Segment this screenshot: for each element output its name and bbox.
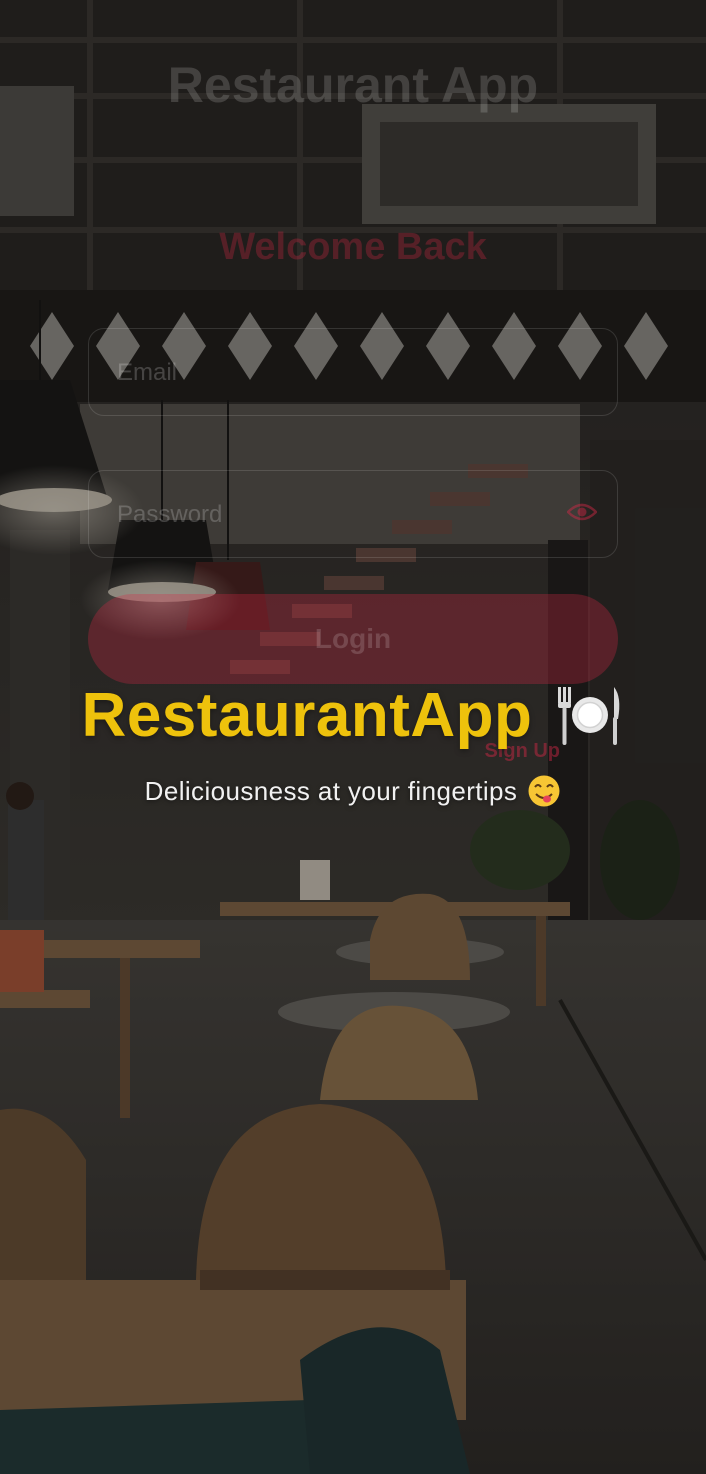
password-field[interactable] [88, 470, 618, 558]
welcome-back-heading: Welcome Back [219, 226, 487, 268]
brand-row: RestaurantApp [0, 680, 706, 751]
tagline-row: Deliciousness at your fingertips [0, 774, 706, 808]
fork-plate-knife-icon [558, 686, 620, 745]
login-button[interactable]: Login [88, 594, 618, 684]
brand-name: RestaurantApp [81, 681, 533, 750]
email-input[interactable] [117, 355, 557, 391]
splash-screen: Restaurant App Welcome Back Login Sign U… [0, 0, 706, 1474]
password-input[interactable] [117, 497, 557, 533]
eye-icon[interactable] [567, 501, 597, 523]
tagline-text: Deliciousness at your fingertips [144, 775, 518, 806]
yum-face-emoji-icon [528, 775, 560, 807]
email-field[interactable] [88, 328, 618, 416]
login-app-title: Restaurant App [167, 57, 539, 113]
